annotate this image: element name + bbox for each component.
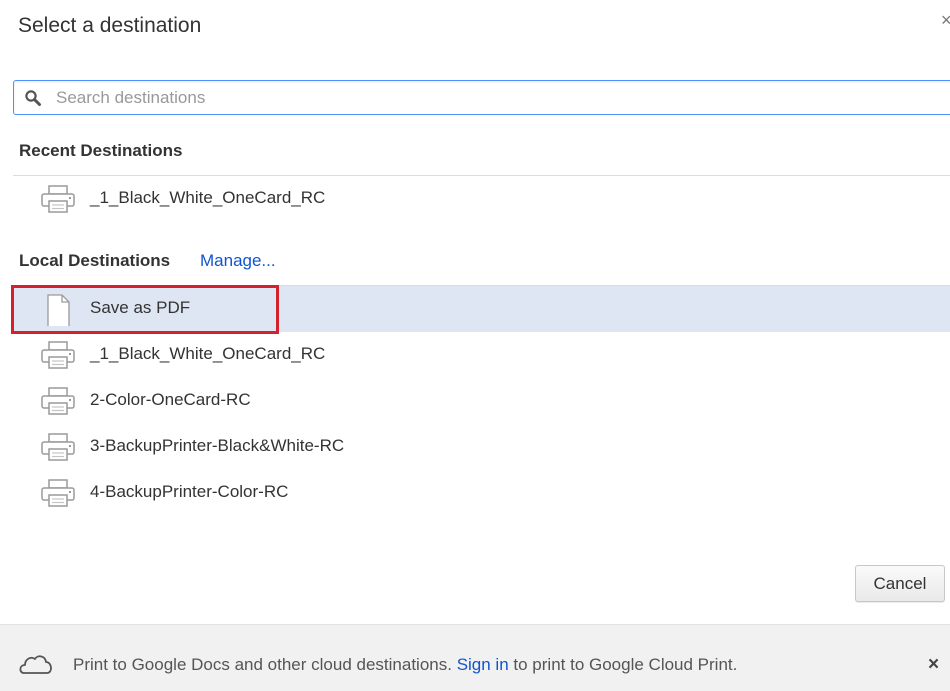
document-icon (47, 294, 70, 326)
local-destinations-header: Local Destinations (19, 251, 171, 270)
footer-close-icon[interactable]: × (928, 654, 939, 676)
local-destination-label: 3-BackupPrinter-Black&White-RC (90, 436, 345, 455)
local-destination-item[interactable]: _1_Black_White_OneCard_RC (13, 332, 950, 378)
local-destination-label: Save as PDF (90, 298, 191, 317)
search-box[interactable] (13, 80, 950, 115)
local-destination-label: _1_Black_White_OneCard_RC (90, 344, 326, 363)
cancel-button[interactable]: Cancel (855, 565, 945, 602)
recent-destination-label: _1_Black_White_OneCard_RC (90, 188, 326, 207)
local-destination-label: 4-BackupPrinter-Color-RC (90, 482, 289, 501)
cloud-icon (19, 655, 52, 674)
dialog-title: Select a destination (18, 14, 202, 37)
search-icon (25, 90, 41, 106)
footer-message: Print to Google Docs and other cloud des… (73, 655, 737, 675)
recent-destination-item[interactable]: _1_Black_White_OneCard_RC (13, 176, 950, 222)
sign-in-link[interactable]: Sign in (457, 655, 509, 674)
printer-icon (41, 387, 75, 415)
local-destination-item[interactable]: 2-Color-OneCard-RC (13, 378, 950, 424)
printer-icon (41, 479, 75, 507)
footer-text-after: to print to Google Cloud Print. (513, 655, 738, 674)
local-destination-item[interactable]: 4-BackupPrinter-Color-RC (13, 470, 950, 516)
local-destination-label: 2-Color-OneCard-RC (90, 390, 251, 409)
footer-text-before: Print to Google Docs and other cloud des… (73, 655, 452, 674)
dialog-close-icon[interactable]: × (941, 10, 950, 31)
manage-link[interactable]: Manage... (200, 251, 276, 271)
printer-icon (41, 433, 75, 461)
printer-icon (41, 185, 75, 213)
local-destination-save-as-pdf[interactable]: Save as PDF (13, 286, 950, 332)
recent-destinations-header: Recent Destinations (19, 141, 183, 160)
search-input[interactable] (56, 85, 936, 111)
print-destination-dialog: Select a destination × Recent Destinatio… (0, 0, 950, 691)
printer-icon (41, 341, 75, 369)
local-destination-item[interactable]: 3-BackupPrinter-Black&White-RC (13, 424, 950, 470)
cloud-print-footer: Print to Google Docs and other cloud des… (0, 624, 950, 691)
